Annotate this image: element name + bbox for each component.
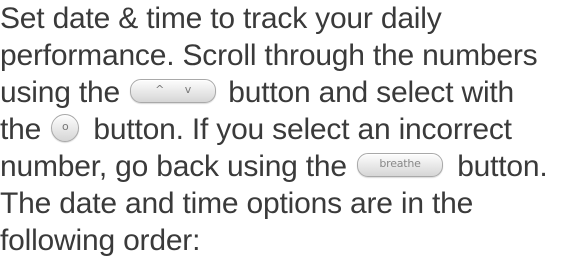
text-segment: The date and time options are in the (0, 187, 474, 220)
text-line: following order: (0, 222, 200, 259)
select-button-illustration: o (51, 114, 80, 143)
text-line: performance. Scroll through the numbers (0, 37, 538, 74)
instruction-paragraph: Set date & time to track your daily perf… (0, 0, 578, 268)
breathe-button-label: breathe (379, 157, 421, 171)
text-line: The date and time options are in the (0, 185, 473, 222)
text-line: the o button. If you select an incorrect (0, 111, 512, 148)
text-segment: Set date & time to track your daily (0, 2, 442, 35)
text-segment: number, go back using the (0, 150, 347, 183)
text-segment: following order: (0, 224, 201, 257)
text-segment: button. (457, 150, 548, 183)
text-line: number, go back using the breathe button… (0, 148, 548, 185)
text-line: using the ^ v button and select with (0, 74, 514, 111)
chevron-up-icon: ^ (155, 83, 165, 97)
breathe-button-illustration: breathe (357, 153, 444, 178)
scroll-button-illustration: ^ v (130, 79, 217, 104)
text-segment: button. If you select an incorrect (93, 113, 512, 146)
text-segment: button and select with (228, 76, 515, 109)
text-segment: performance. Scroll through the numbers (0, 39, 538, 72)
text-line: Set date & time to track your daily (0, 0, 442, 37)
text-segment: using the (0, 76, 120, 109)
circle-icon: o (61, 120, 69, 134)
chevron-down-icon: v (184, 83, 192, 97)
text-segment: the (0, 113, 42, 146)
